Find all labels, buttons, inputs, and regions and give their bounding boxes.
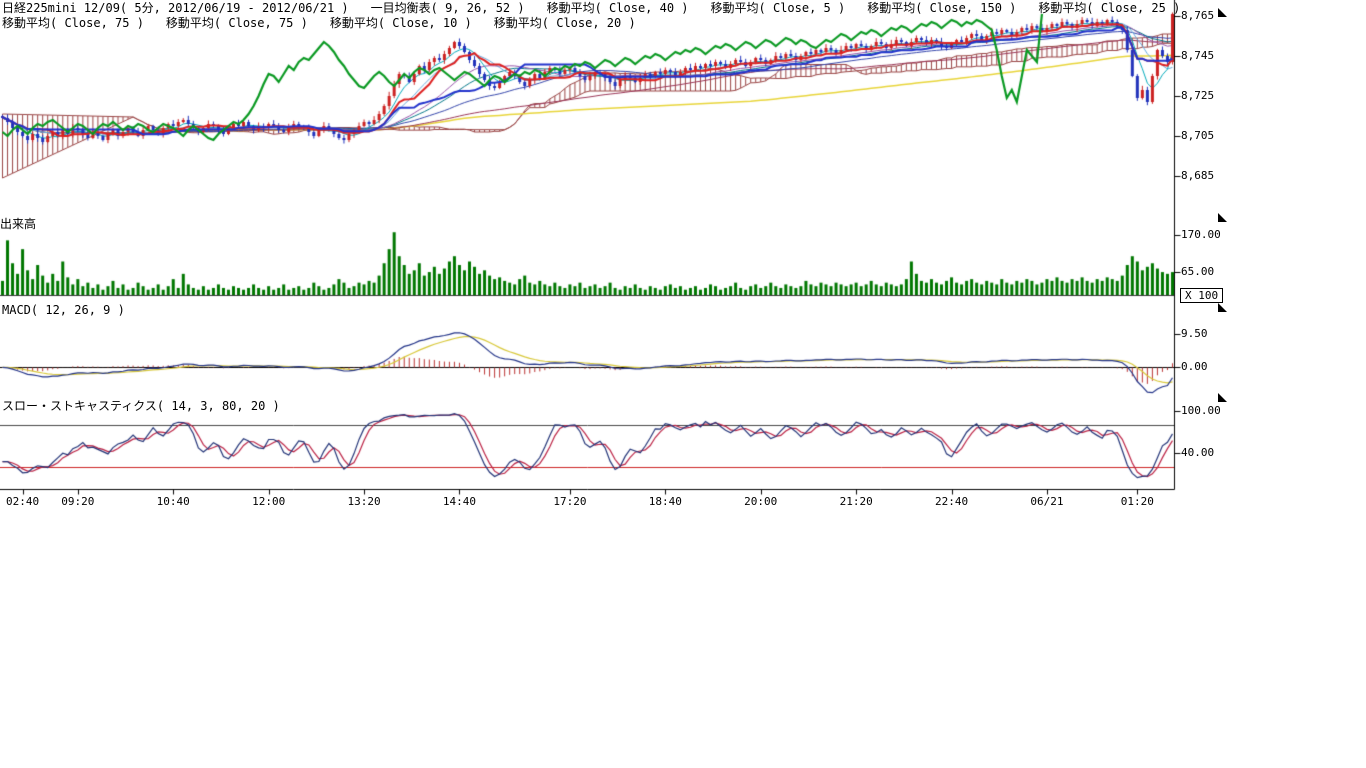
chart-plot-area[interactable] bbox=[0, 0, 1240, 500]
volume-panel-resize-handle[interactable] bbox=[1218, 213, 1227, 222]
macd-panel-resize-handle[interactable] bbox=[1218, 303, 1227, 312]
chart-header: 日経225mini 12/09( 5分, 2012/06/19 - 2012/0… bbox=[2, 1, 1180, 31]
indicator-legend-item: 移動平均( Close, 20 ) bbox=[494, 16, 636, 31]
indicator-legend-item: 移動平均( Close, 25 ) bbox=[1038, 1, 1180, 16]
indicator-legend-row-2: 移動平均( Close, 75 ) 移動平均( Close, 75 ) 移動平均( … bbox=[2, 16, 1180, 31]
indicator-legend-item: 移動平均( Close, 150 ) bbox=[867, 1, 1016, 16]
indicator-legend-item: 一目均衡表( 9, 26, 52 ) bbox=[371, 1, 525, 16]
macd-panel-label: MACD( 12, 26, 9 ) bbox=[2, 303, 125, 317]
indicator-legend-item: 移動平均( Close, 75 ) bbox=[2, 16, 144, 31]
stochastics-panel-label: スロー・ストキャスティクス( 14, 3, 80, 20 ) bbox=[2, 397, 280, 414]
indicator-legend-item: 移動平均( Close, 10 ) bbox=[330, 16, 472, 31]
volume-multiplier-text: X 100 bbox=[1185, 289, 1218, 302]
indicator-legend-row-1: 日経225mini 12/09( 5分, 2012/06/19 - 2012/0… bbox=[2, 1, 1180, 16]
indicator-legend-item: 移動平均( Close, 5 ) bbox=[711, 1, 846, 16]
indicator-legend-item: 移動平均( Close, 75 ) bbox=[166, 16, 308, 31]
chart-window: 日経225mini 12/09( 5分, 2012/06/19 - 2012/0… bbox=[0, 0, 1366, 768]
indicator-legend-item: 日経225mini 12/09( 5分, 2012/06/19 - 2012/0… bbox=[2, 1, 349, 16]
volume-scale-multiplier: X 100 bbox=[1180, 288, 1223, 303]
price-panel-resize-handle[interactable] bbox=[1218, 8, 1227, 17]
volume-panel-label: 出来高 bbox=[0, 215, 36, 232]
indicator-legend-item: 移動平均( Close, 40 ) bbox=[547, 1, 689, 16]
stochastics-panel-resize-handle[interactable] bbox=[1218, 393, 1227, 402]
